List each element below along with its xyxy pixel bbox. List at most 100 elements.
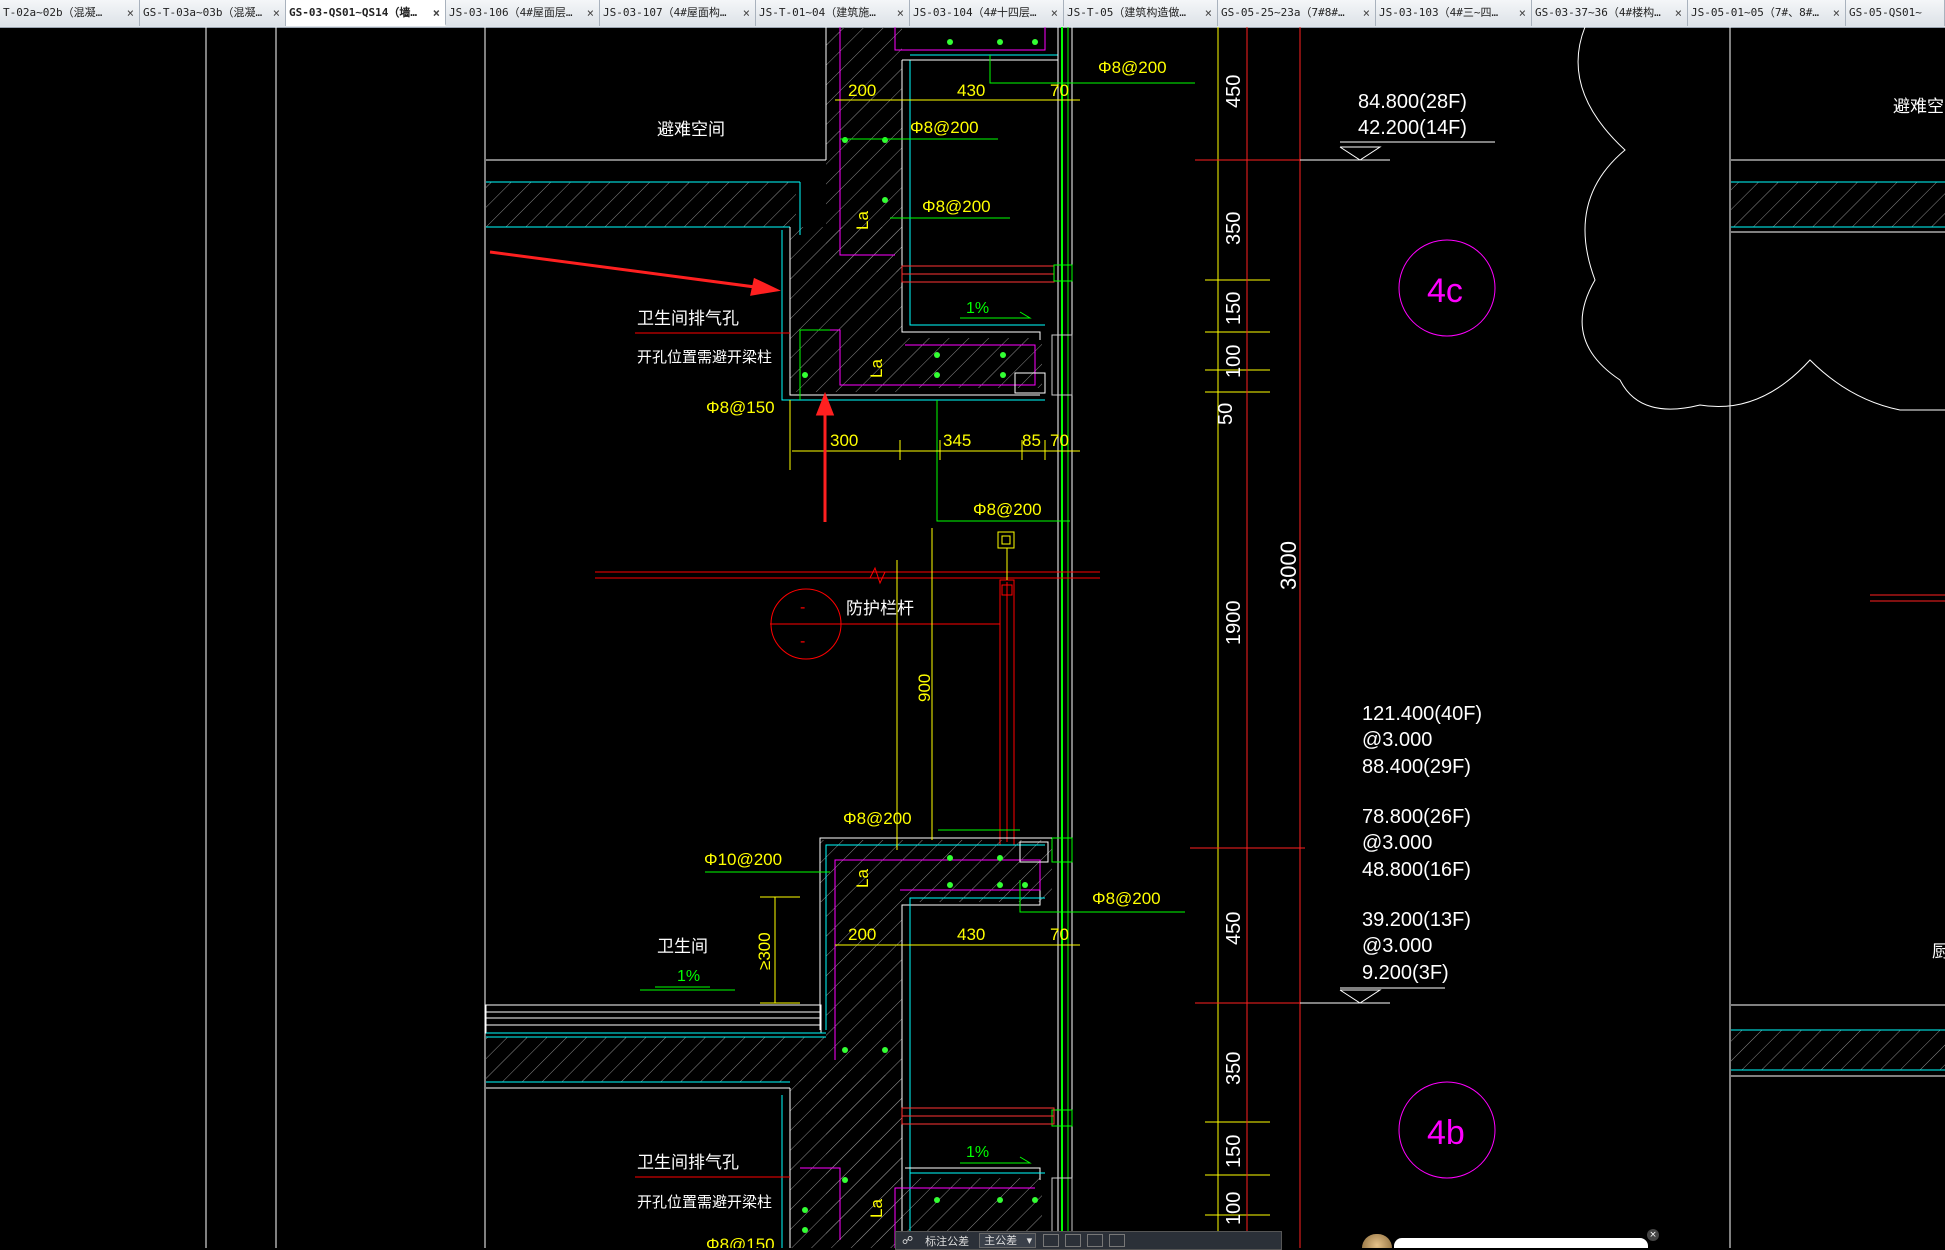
level-top-2: 42.200(14F) xyxy=(1358,117,1467,139)
tab-7[interactable]: JS-T-05（建筑构造做… × xyxy=(1064,0,1218,26)
exhaust-label-2: 卫生间排气孔 xyxy=(637,1153,739,1172)
tab-6[interactable]: JS-03-104（4#十四层… × xyxy=(910,0,1064,26)
slab-top-left xyxy=(486,159,826,228)
close-icon[interactable]: × xyxy=(743,0,750,26)
svg-text:50: 50 xyxy=(1215,403,1237,425)
vertical-dim-total: 3000 xyxy=(1276,541,1301,590)
close-icon[interactable]: × xyxy=(1205,0,1212,26)
level-bottom-6: 48.800(16F) xyxy=(1362,859,1471,881)
room-label-refuge-top: 避难空间 xyxy=(657,120,725,139)
tab-0[interactable]: T-02a~02b（混凝… × xyxy=(0,0,140,26)
close-icon[interactable]: × xyxy=(1675,0,1682,26)
tab-8[interactable]: GS-05-25~23a（7#8#… × xyxy=(1218,0,1376,26)
rebar-label-9: Φ8@150 xyxy=(706,1235,775,1248)
svg-text:150: 150 xyxy=(1223,1135,1245,1168)
tab-9[interactable]: JS-03-103（4#三~四… × xyxy=(1376,0,1532,26)
svg-text:-: - xyxy=(800,633,805,650)
window-frame xyxy=(1051,27,1073,1248)
tab-4[interactable]: JS-03-107（4#屋面构… × xyxy=(600,0,756,26)
tab-label: T-02a~02b（混凝… xyxy=(3,6,103,19)
tab-label: JS-03-106（4#屋面层… xyxy=(449,6,573,19)
close-icon[interactable]: × xyxy=(587,0,594,26)
tab-label: JS-03-104（4#十四层… xyxy=(913,6,1037,19)
tab-label: JS-03-107（4#屋面构… xyxy=(603,6,727,19)
level-top-1: 84.800(28F) xyxy=(1358,91,1467,113)
svg-text:100: 100 xyxy=(1223,345,1245,378)
tab-label: GS-T-03a~03b（混凝… xyxy=(143,6,263,19)
tab-11[interactable]: JS-05-01~05（7#、8#… × xyxy=(1688,0,1846,26)
svg-text:-: - xyxy=(800,599,805,616)
dim-mid-85: 85 xyxy=(1022,431,1041,450)
la-label-1: La xyxy=(853,211,872,230)
notification-panel[interactable] xyxy=(1394,1238,1648,1248)
rebar-label-1: Φ8@200 xyxy=(1098,58,1167,77)
dim-300-min: ≥300 xyxy=(755,932,774,970)
la-label-3: La xyxy=(853,869,872,888)
rebar-label-6: Φ8@200 xyxy=(843,809,912,828)
room-label-refuge-right: 避难空间 xyxy=(1893,97,1945,116)
link-icon[interactable]: ☍ xyxy=(896,1234,919,1247)
annotation-toolbar: ☍ 标注公差 主公差 ▾ xyxy=(895,1231,1282,1250)
svg-text:450: 450 xyxy=(1223,75,1245,108)
exhaust-label-1: 卫生间排气孔 xyxy=(637,309,739,328)
tolerance-select[interactable]: 主公差 ▾ xyxy=(979,1233,1037,1248)
tab-label: JS-03-103（4#三~四… xyxy=(1379,6,1499,19)
document-tab-bar: T-02a~02b（混凝… × GS-T-03a~03b（混凝… × GS-03-QS0… xyxy=(0,0,1945,28)
tab-12[interactable]: GS-05-QS01~ xyxy=(1846,0,1945,26)
paste-icon[interactable] xyxy=(1087,1234,1104,1247)
right-region xyxy=(1729,27,1945,1248)
edit-icon[interactable] xyxy=(1043,1234,1060,1247)
dim-top-70: 70 xyxy=(1050,81,1069,100)
tab-label: JS-T-05（建筑构造做… xyxy=(1067,6,1186,19)
close-icon[interactable]: × xyxy=(1519,0,1526,26)
svg-text:1900: 1900 xyxy=(1223,601,1245,646)
tab-label: GS-03-QS01~QS14（墙… xyxy=(289,6,417,19)
tab-label: GS-03-37~36（4#楼构… xyxy=(1535,6,1661,19)
tab-2[interactable]: GS-03-QS01~QS14（墙… × xyxy=(286,0,446,26)
close-icon[interactable]: × xyxy=(1833,0,1840,26)
rebar-label-5: Φ8@200 xyxy=(973,500,1042,519)
level-bottom-5: @3.000 xyxy=(1362,832,1432,854)
tab-label: GS-05-25~23a（7#8#… xyxy=(1221,6,1345,19)
close-icon[interactable]: × xyxy=(1051,0,1058,26)
svg-text:100: 100 xyxy=(1223,1192,1245,1225)
level-bottom-3: 88.400(29F) xyxy=(1362,756,1471,778)
svg-text:350: 350 xyxy=(1223,212,1245,245)
level-bottom-7: 39.200(13F) xyxy=(1362,909,1471,931)
close-icon[interactable]: × xyxy=(897,0,904,26)
tab-label: JS-T-01~04（建筑施… xyxy=(759,6,876,19)
close-icon[interactable]: × xyxy=(273,0,280,26)
guardrail xyxy=(595,531,1100,846)
dim-top-200: 200 xyxy=(848,81,876,100)
level-bottom-2: @3.000 xyxy=(1362,729,1432,751)
level-bottom-8: @3.000 xyxy=(1362,935,1432,957)
tab-label: JS-05-01~05（7#、8#… xyxy=(1691,6,1819,19)
wall-section-lower xyxy=(485,837,1055,1248)
tab-label: GS-05-QS01~ xyxy=(1849,6,1922,19)
close-icon[interactable]: × xyxy=(433,0,440,24)
level-bottom-4: 78.800(26F) xyxy=(1362,806,1471,828)
vertical-dimension-text: 450 350 150 100 50 1900 450 350 150 100 xyxy=(1215,75,1245,1225)
tab-5[interactable]: JS-T-01~04（建筑施… × xyxy=(756,0,910,26)
tab-3[interactable]: JS-03-106（4#屋面层… × xyxy=(446,0,600,26)
close-icon[interactable]: × xyxy=(1647,1229,1659,1241)
close-icon[interactable]: × xyxy=(127,0,134,26)
dim-bot-70: 70 xyxy=(1050,925,1069,944)
la-label-4: La xyxy=(867,1199,886,1218)
rebar-label-2: Φ8@200 xyxy=(910,118,979,137)
svg-text:350: 350 xyxy=(1223,1052,1245,1085)
copy-icon[interactable] xyxy=(1065,1234,1082,1247)
tolerance-label: 标注公差 xyxy=(925,1234,970,1248)
close-icon[interactable]: × xyxy=(1363,0,1370,26)
database-icon[interactable] xyxy=(1109,1234,1126,1247)
tab-10[interactable]: GS-03-37~36（4#楼构… × xyxy=(1532,0,1688,26)
tab-1[interactable]: GS-T-03a~03b（混凝… × xyxy=(140,0,286,26)
slope-2: 1% xyxy=(677,968,700,985)
cad-drawing-canvas[interactable]: 避难空间 避难空间 厨 卫生间排气孔 开孔位置需避开梁柱 卫生间排气孔 开孔位置… xyxy=(0,27,1945,1248)
grid-label-4c: 4c xyxy=(1427,272,1463,310)
dim-top-430: 430 xyxy=(957,81,985,100)
exhaust-note-1: 开孔位置需避开梁柱 xyxy=(637,349,772,366)
rebar-label-8: Φ8@200 xyxy=(1092,889,1161,908)
dim-mid-300: 300 xyxy=(830,431,858,450)
svg-text:450: 450 xyxy=(1223,912,1245,945)
